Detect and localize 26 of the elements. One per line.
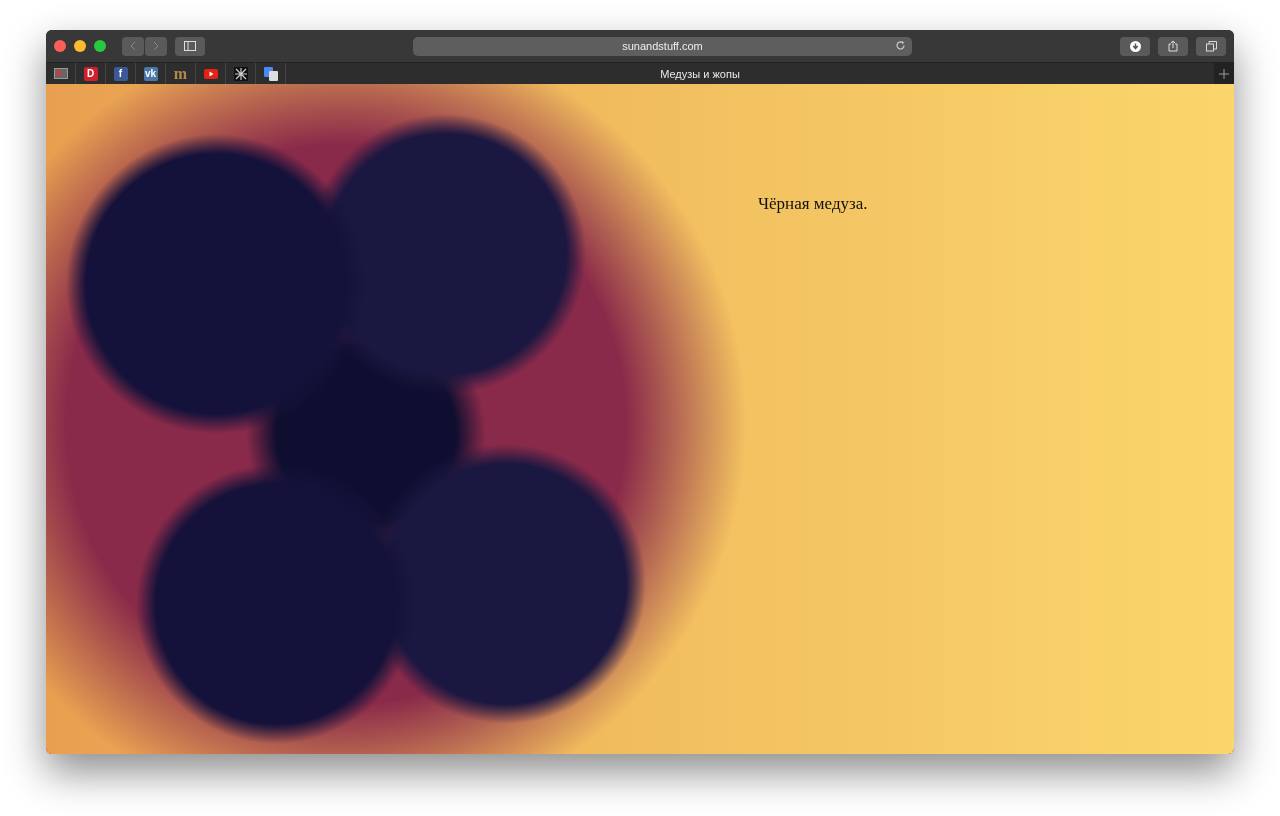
reader-icon bbox=[53, 68, 68, 79]
minimize-button[interactable] bbox=[74, 40, 86, 52]
download-icon bbox=[1129, 40, 1141, 52]
sidebar-button[interactable] bbox=[175, 36, 205, 56]
favicon: vk bbox=[143, 66, 158, 81]
download-button[interactable] bbox=[1120, 36, 1150, 56]
share-icon bbox=[1168, 40, 1178, 52]
share-button[interactable] bbox=[1158, 36, 1188, 56]
translate-icon bbox=[263, 66, 278, 81]
new-tab-button[interactable] bbox=[1214, 63, 1234, 84]
favicon: f bbox=[113, 66, 128, 81]
tab[interactable]: Медузы и жопы bbox=[286, 63, 1214, 84]
tabs-button[interactable] bbox=[1196, 36, 1226, 56]
caption: Чёрная медуза. bbox=[758, 194, 868, 214]
reload-icon[interactable] bbox=[895, 39, 906, 51]
zoom-button[interactable] bbox=[94, 40, 106, 52]
sidebar-icon bbox=[184, 41, 196, 51]
pattern-icon bbox=[233, 66, 248, 81]
plus-icon bbox=[1219, 68, 1229, 79]
favicon: m bbox=[173, 66, 188, 81]
tabs-icon bbox=[1205, 40, 1217, 52]
chevron-right-icon bbox=[153, 41, 159, 51]
address-bar[interactable]: sunandstuff.com bbox=[413, 36, 912, 56]
chevron-left-icon bbox=[130, 41, 136, 51]
favicon: D bbox=[83, 66, 98, 81]
close-button[interactable] bbox=[54, 40, 66, 52]
